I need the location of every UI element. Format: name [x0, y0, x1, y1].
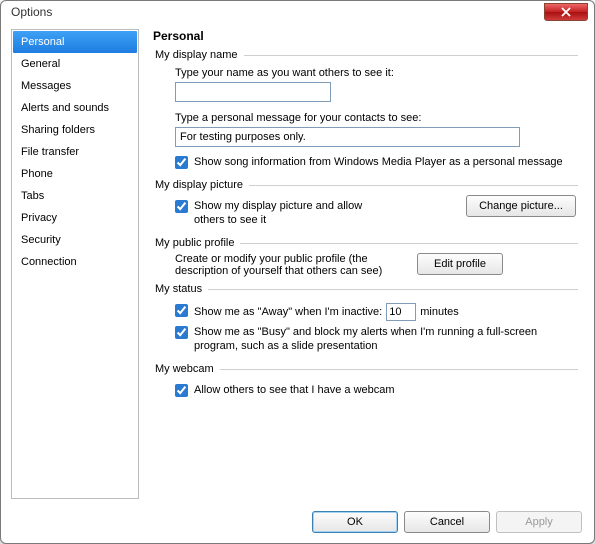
button-label: Change picture... [479, 200, 563, 212]
options-window: Options Personal General Messages Alerts… [0, 0, 595, 544]
cancel-button[interactable]: Cancel [404, 511, 490, 533]
away-minutes-input[interactable] [386, 303, 416, 321]
sidebar-item-label: Phone [21, 168, 53, 180]
group-legend: My display name [153, 49, 244, 61]
ok-button[interactable]: OK [312, 511, 398, 533]
page-title: Personal [153, 29, 578, 43]
sidebar-item-security[interactable]: Security [13, 229, 137, 251]
close-button[interactable] [544, 3, 588, 21]
sidebar-item-label: Messages [21, 80, 71, 92]
button-label: Cancel [430, 516, 464, 528]
song-info-label: Show song information from Windows Media… [194, 155, 576, 169]
button-label: OK [347, 516, 363, 528]
public-profile-text: Create or modify your public profile (th… [175, 253, 405, 277]
away-prefix: Show me as "Away" when I'm inactive: [194, 305, 382, 319]
group-legend: My status [153, 283, 208, 295]
sidebar-item-alerts-and-sounds[interactable]: Alerts and sounds [13, 97, 137, 119]
personal-message-label: Type a personal message for your contact… [175, 112, 576, 124]
sidebar-item-label: Connection [21, 256, 77, 268]
sidebar-item-label: Tabs [21, 190, 44, 202]
away-suffix: minutes [420, 305, 459, 319]
webcam-label: Allow others to see that I have a webcam [194, 383, 576, 397]
button-label: Apply [525, 516, 553, 528]
sidebar-item-label: Alerts and sounds [21, 102, 109, 114]
main-panel: Personal My display name Type your name … [139, 29, 584, 499]
sidebar-item-sharing-folders[interactable]: Sharing folders [13, 119, 137, 141]
group-webcam: My webcam Allow others to see that I hav… [153, 363, 578, 401]
group-legend: My display picture [153, 179, 249, 191]
display-name-label: Type your name as you want others to see… [175, 67, 576, 79]
category-sidebar: Personal General Messages Alerts and sou… [11, 29, 139, 499]
sidebar-item-label: Security [21, 234, 61, 246]
close-icon [561, 7, 571, 17]
group-legend: My webcam [153, 363, 220, 375]
group-display-picture: My display picture Show my display pictu… [153, 179, 578, 231]
sidebar-item-label: Personal [21, 36, 64, 48]
sidebar-item-tabs[interactable]: Tabs [13, 185, 137, 207]
sidebar-item-label: File transfer [21, 146, 79, 158]
titlebar: Options [1, 1, 594, 27]
sidebar-item-connection[interactable]: Connection [13, 251, 137, 273]
webcam-checkbox[interactable] [175, 384, 188, 397]
edit-profile-button[interactable]: Edit profile [417, 253, 503, 275]
show-picture-checkbox[interactable] [175, 200, 188, 213]
away-checkbox[interactable] [175, 304, 188, 317]
dialog-footer: OK Cancel Apply [312, 511, 582, 533]
apply-button[interactable]: Apply [496, 511, 582, 533]
busy-checkbox[interactable] [175, 326, 188, 339]
group-public-profile: My public profile Create or modify your … [153, 237, 578, 277]
sidebar-item-messages[interactable]: Messages [13, 75, 137, 97]
sidebar-item-phone[interactable]: Phone [13, 163, 137, 185]
busy-label: Show me as "Busy" and block my alerts wh… [194, 325, 576, 353]
button-label: Edit profile [434, 258, 486, 270]
song-info-checkbox[interactable] [175, 156, 188, 169]
sidebar-item-label: Sharing folders [21, 124, 95, 136]
group-status: My status Show me as "Away" when I'm ina… [153, 283, 578, 357]
group-display-name: My display name Type your name as you wa… [153, 49, 578, 173]
sidebar-item-file-transfer[interactable]: File transfer [13, 141, 137, 163]
sidebar-item-label: General [21, 58, 60, 70]
window-title: Options [11, 5, 52, 19]
personal-message-input[interactable] [175, 127, 520, 147]
sidebar-item-general[interactable]: General [13, 53, 137, 75]
sidebar-item-label: Privacy [21, 212, 57, 224]
show-picture-label: Show my display picture and allow others… [194, 199, 384, 227]
group-legend: My public profile [153, 237, 240, 249]
sidebar-item-privacy[interactable]: Privacy [13, 207, 137, 229]
sidebar-item-personal[interactable]: Personal [13, 31, 137, 53]
display-name-input[interactable] [175, 82, 331, 102]
change-picture-button[interactable]: Change picture... [466, 195, 576, 217]
